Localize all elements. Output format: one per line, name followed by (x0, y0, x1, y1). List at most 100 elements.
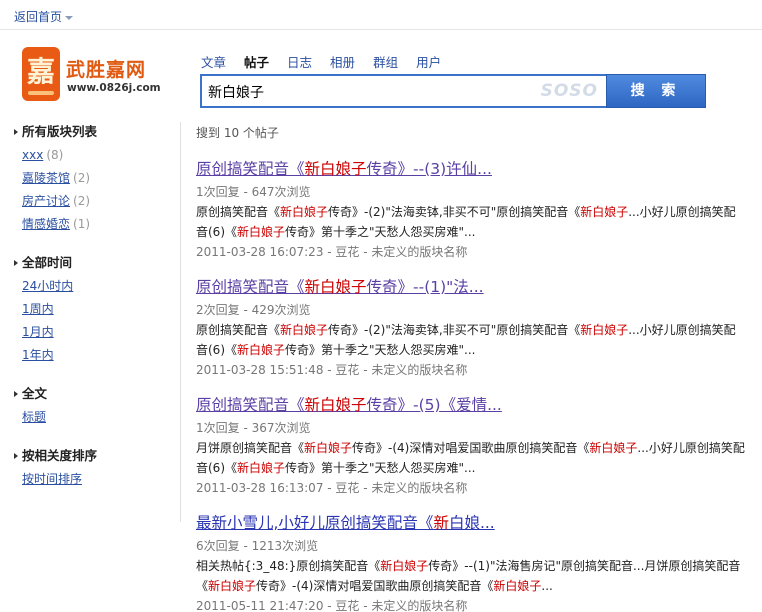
tab-threads[interactable]: 帖子 (244, 52, 269, 70)
board-link[interactable]: xxx (22, 148, 43, 162)
logo-site-url: www.0826j.com (67, 82, 161, 94)
highlight-term: 新白娘子 (589, 441, 638, 455)
sidebar-item-time: 24小时内 (14, 275, 174, 298)
result-title-link[interactable]: 原创搞笑配音《新白娘子传奇》-(5)《爱情... (196, 394, 756, 418)
board-count: (8) (46, 148, 64, 162)
highlight-term: 新白娘子 (280, 323, 329, 337)
snippet-text: ...小好儿原创搞笑配 (628, 205, 736, 219)
logo-site-name: 武胜嘉网 (66, 59, 147, 81)
time-filter-link[interactable]: 1月内 (22, 325, 54, 339)
scope-filter-heading: 全文 (14, 384, 174, 406)
top-bar: 返回首页 (0, 0, 762, 30)
sidebar-item-time: 1年内 (14, 344, 174, 367)
result-item: 原创搞笑配音《新白娘子传奇》-(5)《爱情... 1次回复 - 367次浏览 月饼原… (196, 394, 756, 498)
result-title-link[interactable]: 原创搞笑配音《新白娘子传奇》--(1)"法... (196, 276, 756, 300)
time-filter-link[interactable]: 1年内 (22, 348, 54, 362)
snippet-text: ...小好儿原创搞笑配 (637, 441, 745, 455)
logo-glyph: 嘉 (26, 55, 55, 88)
snippet-text: 最新小雪儿,小好儿原创搞笑配音《 (196, 514, 434, 532)
result-snippet: 原创搞笑配音《新白娘子传奇》-(2)"法海卖钵,非买不可"原创搞笑配音《新白娘子… (196, 320, 756, 340)
snippet-text: 音(6)《 (196, 343, 237, 357)
time-filter-link[interactable]: 1周内 (22, 302, 54, 316)
result-footer: 2011-03-28 16:13:07 - 豆花 - 未定义的版块名称 (196, 481, 468, 495)
result-snippet: 《新白娘子传奇》-(4)深情对唱爱国歌曲原创搞笑配音《新白娘子... (196, 576, 756, 596)
result-title-link[interactable]: 最新小雪儿,小好儿原创搞笑配音《新白娘... (196, 512, 756, 536)
highlight-term: 新白娘子 (493, 579, 542, 593)
snippet-text: 白娘... (448, 514, 495, 532)
sort-heading: 按相关度排序 (14, 446, 174, 468)
search-input[interactable] (208, 82, 543, 102)
search-type-tabs: 文章 帖子 日志 相册 群组 用户 (201, 52, 459, 70)
snippet-text: 传奇》-(4)深情对唱爱国歌曲原创搞笑配音《 (352, 441, 590, 455)
board-count: (1) (73, 217, 91, 231)
tab-articles[interactable]: 文章 (201, 52, 226, 70)
back-home-link[interactable]: 返回首页 (14, 8, 74, 25)
sidebar-item-board: 嘉陵茶馆 (2) (14, 167, 174, 190)
tab-albums[interactable]: 相册 (330, 52, 355, 70)
highlight-term: 新 (433, 514, 449, 532)
board-link[interactable]: 情感婚恋 (22, 217, 70, 231)
board-count: (2) (73, 194, 91, 208)
sidebar-item-sort: 按时间排序 (14, 468, 174, 491)
sidebar-item-board: 房产讨论 (2) (14, 190, 174, 213)
result-stats: 2次回复 - 429次浏览 (196, 303, 311, 317)
logo-wave (28, 91, 54, 95)
highlight-term: 新白娘子 (304, 160, 367, 178)
time-filter-link[interactable]: 24小时内 (22, 279, 73, 293)
board-link[interactable]: 房产讨论 (22, 194, 70, 208)
board-filter-group: 所有版块列表 xxx (8) 嘉陵茶馆 (2) 房产讨论 (2) 情感婚恋 (1) (14, 122, 174, 236)
snippet-text: 音(6)《 (196, 461, 237, 475)
highlight-term: 新白娘子 (237, 343, 286, 357)
tab-groups[interactable]: 群组 (373, 52, 398, 70)
search-bar: SOSO 搜 索 (200, 74, 706, 108)
snippet-text: 传奇》-(2)"法海卖钵,非买不可"原创搞笑配音《 (328, 323, 581, 337)
snippet-text: 原创搞笑配音《 (196, 278, 305, 296)
snippet-text: 原创搞笑配音《 (196, 323, 281, 337)
highlight-term: 新白娘子 (580, 205, 629, 219)
snippet-text: 传奇》-(2)"法海卖钵,非买不可"原创搞笑配音《 (328, 205, 581, 219)
snippet-text: 相关热帖{:3_48:}原创搞笑配音《 (196, 559, 381, 573)
sort-by-time-link[interactable]: 按时间排序 (22, 472, 82, 486)
snippet-text: 原创搞笑配音《 (196, 160, 305, 178)
search-button[interactable]: 搜 索 (606, 74, 706, 108)
time-filter-group: 全部时间 24小时内 1周内 1月内 1年内 (14, 253, 174, 367)
scope-filter-group: 全文 标题 (14, 384, 174, 429)
highlight-term: 新白娘子 (580, 323, 629, 337)
highlight-term: 新白娘子 (380, 559, 429, 573)
result-item: 原创搞笑配音《新白娘子传奇》--(3)许仙... 1次回复 - 647次浏览 原创搞… (196, 158, 756, 262)
highlight-term: 新白娘子 (304, 278, 367, 296)
snippet-text: 原创搞笑配音《 (196, 205, 281, 219)
snippet-text: 音(6)《 (196, 225, 237, 239)
result-snippet: 音(6)《新白娘子传奇》第十季之"天愁人怨买房难"... (196, 458, 756, 478)
chevron-down-icon[interactable] (65, 15, 74, 20)
back-home-label: 返回首页 (14, 10, 63, 24)
board-link[interactable]: 嘉陵茶馆 (22, 171, 70, 185)
title-only-link[interactable]: 标题 (22, 410, 46, 424)
logo-badge-icon: 嘉 (22, 47, 60, 101)
highlight-term: 新白娘子 (208, 579, 257, 593)
site-logo[interactable]: 嘉 武胜嘉网 www.0826j.com (22, 47, 172, 103)
highlight-term: 新白娘子 (237, 225, 286, 239)
search-results: 搜到 10 个帖子 原创搞笑配音《新白娘子传奇》--(3)许仙... 1次回复 -… (196, 124, 756, 612)
snippet-text: 传奇》第十季之"天愁人怨买房难"... (285, 225, 476, 239)
sidebar-item-time: 1月内 (14, 321, 174, 344)
column-divider (180, 122, 181, 522)
snippet-text: ...小好儿原创搞笑配 (628, 323, 736, 337)
sidebar-item-board: 情感婚恋 (1) (14, 213, 174, 236)
search-input-frame: SOSO (200, 74, 606, 108)
result-snippet: 月饼原创搞笑配音《新白娘子传奇》-(4)深情对唱爱国歌曲原创搞笑配音《新白娘子.… (196, 438, 756, 458)
snippet-text: 原创搞笑配音《 (196, 396, 305, 414)
snippet-text: 月饼原创搞笑配音《 (196, 441, 305, 455)
result-title-link[interactable]: 原创搞笑配音《新白娘子传奇》--(3)许仙... (196, 158, 756, 182)
snippet-text: 传奇》第十季之"天愁人怨买房难"... (285, 461, 476, 475)
result-count: 搜到 10 个帖子 (196, 126, 279, 140)
snippet-text: 传奇》--(1)"法海售房记"原创搞笑配音...月饼原创搞笑配音 (428, 559, 741, 573)
result-snippet: 音(6)《新白娘子传奇》第十季之"天愁人怨买房难"... (196, 222, 756, 242)
tab-blogs[interactable]: 日志 (287, 52, 312, 70)
snippet-text: 传奇》-(5)《爱情... (366, 396, 502, 414)
snippet-text: 传奇》-(4)深情对唱爱国歌曲原创搞笑配音《 (256, 579, 494, 593)
result-stats: 1次回复 - 367次浏览 (196, 421, 311, 435)
tab-users[interactable]: 用户 (416, 52, 441, 70)
sidebar-item-time: 1周内 (14, 298, 174, 321)
filter-sidebar: 所有版块列表 xxx (8) 嘉陵茶馆 (2) 房产讨论 (2) 情感婚恋 (1) 全部… (14, 122, 174, 508)
